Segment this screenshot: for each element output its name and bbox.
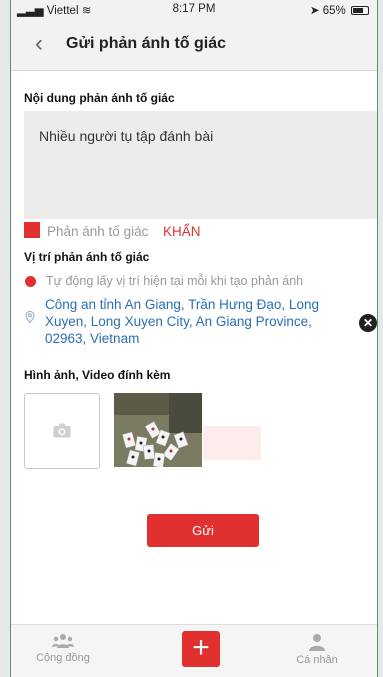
auto-location-text: Tự động lấy vị trí hiện tại mỗi khi tạo … bbox=[46, 274, 304, 288]
tab-bar: Cộng đồng + Cá nhân bbox=[11, 624, 377, 677]
status-bar: ▂▃▅ Viettel ≋ 8:17 PM ➤ 65% bbox=[11, 0, 377, 20]
phone-screen: ▂▃▅ Viettel ≋ 8:17 PM ➤ 65% ‹ Gửi phản á… bbox=[10, 0, 378, 677]
battery-percent: 65% bbox=[322, 5, 346, 17]
submit-button[interactable]: Gửi bbox=[147, 514, 259, 547]
tab-community-label: Cộng đồng bbox=[36, 652, 90, 664]
tab-community[interactable]: Cộng đồng bbox=[23, 633, 103, 664]
people-icon bbox=[52, 634, 74, 648]
address-link[interactable]: Công an tỉnh An Giang, Trần Hưng Đạo, Lo… bbox=[45, 296, 345, 347]
map-pin-icon bbox=[25, 311, 35, 323]
auto-location-radio[interactable] bbox=[25, 276, 36, 287]
card-game-photo bbox=[114, 393, 202, 467]
add-media-button[interactable] bbox=[24, 393, 100, 469]
plus-icon: + bbox=[192, 631, 210, 664]
chevron-left-icon[interactable]: ‹ bbox=[35, 30, 43, 58]
content-label: Nội dung phản ánh tố giác bbox=[24, 91, 175, 105]
photo-reflection bbox=[203, 426, 261, 460]
page-title: Gửi phản ánh tố giác bbox=[66, 35, 227, 52]
add-report-button[interactable]: + bbox=[182, 631, 220, 667]
nav-bar: ‹ Gửi phản ánh tố giác bbox=[11, 20, 377, 71]
tab-profile-label: Cá nhân bbox=[296, 654, 338, 666]
clear-address-button[interactable]: ✕ bbox=[359, 314, 377, 332]
location-label: Vị trí phản ánh tố giác bbox=[24, 250, 150, 264]
person-icon bbox=[309, 634, 325, 651]
close-icon: ✕ bbox=[362, 316, 374, 330]
battery-icon bbox=[351, 6, 369, 16]
urgent-checkbox[interactable] bbox=[24, 222, 40, 238]
tab-profile[interactable]: Cá nhân bbox=[277, 633, 357, 666]
report-form: Nội dung phản ánh tố giác Nhiều người tụ… bbox=[11, 71, 377, 626]
content-textarea[interactable]: Nhiều người tụ tập đánh bài bbox=[24, 111, 377, 219]
attachments-label: Hình ảnh, Video đính kèm bbox=[24, 368, 171, 382]
urgent-label: Phản ánh tố giác bbox=[47, 224, 149, 239]
camera-icon bbox=[53, 423, 71, 438]
location-arrow-icon: ➤ bbox=[309, 5, 320, 17]
urgent-flag: KHẨN bbox=[163, 224, 201, 239]
status-right: ➤ 65% bbox=[310, 3, 369, 17]
attached-photo-thumbnail[interactable] bbox=[114, 393, 202, 467]
